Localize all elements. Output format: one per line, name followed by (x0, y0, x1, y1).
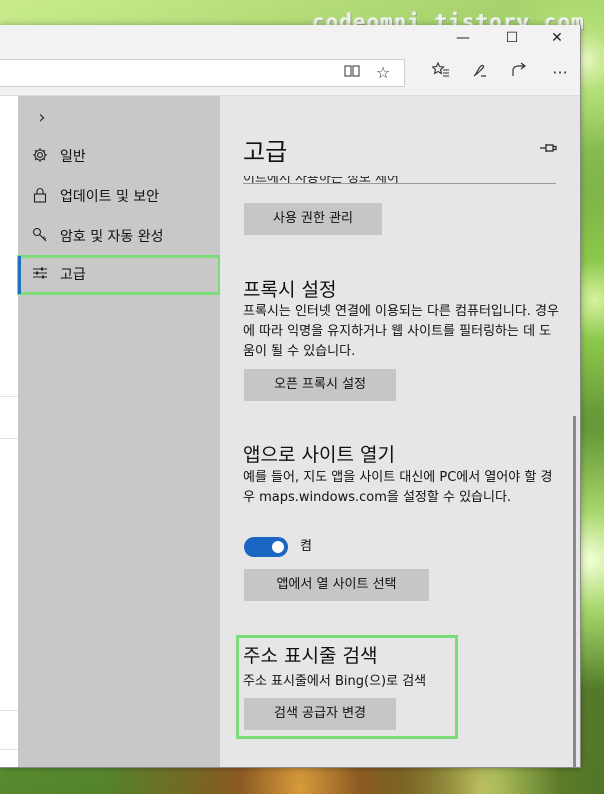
open-in-apps-toggle[interactable] (244, 537, 288, 557)
nav-item-password-autofill[interactable]: 암호 및 자동 완성 (18, 218, 220, 256)
settings-panel: 고급 이트에서 사용하는 정보 제어 사용 권한 관리 프록시 설정 프록시는 … (220, 96, 580, 767)
nav-item-label: 일반 (60, 149, 86, 165)
toggle-state-label: 켬 (300, 539, 312, 554)
settings-nav: › 일반 업데이트 및 보안 암호 및 자동 완성 고급 (17, 96, 221, 767)
title-bar: — ☐ ✕ (0, 25, 580, 52)
proxy-section-title: 프록시 설정 (243, 279, 337, 301)
proxy-section-desc: 프록시는 인터넷 연결에 이용되는 다른 컴퓨터입니다. 경우에 따라 익명을 … (243, 304, 559, 359)
more-icon[interactable]: ··· (545, 58, 575, 88)
scrollbar[interactable] (573, 416, 576, 767)
web-note-icon[interactable] (464, 58, 494, 88)
page-content (0, 96, 18, 767)
apps-section-desc: 예를 들어, 지도 앱을 사이트 대신에 PC에서 열어야 할 경우 maps.… (243, 470, 553, 505)
divider (0, 396, 18, 397)
manage-permissions-button[interactable]: 사용 권한 관리 (244, 203, 382, 235)
favorites-hub-icon[interactable] (426, 58, 456, 88)
browser-window: — ☐ ✕ ☆ ··· › 일반 업데이트 및 보안 암호 및 자동 완성 고급… (0, 25, 581, 768)
divider (0, 710, 18, 711)
pin-icon[interactable] (538, 142, 558, 158)
share-icon[interactable] (504, 58, 534, 88)
nav-item-general[interactable]: 일반 (18, 138, 220, 176)
nav-item-update-security[interactable]: 업데이트 및 보안 (18, 178, 220, 216)
choose-app-sites-button[interactable]: 앱에서 열 사이트 선택 (244, 569, 429, 601)
apps-section-title: 앱으로 사이트 열기 (243, 444, 395, 466)
nav-item-label: 업데이트 및 보안 (60, 189, 160, 205)
favorite-star-icon[interactable]: ☆ (368, 58, 398, 88)
open-proxy-settings-button[interactable]: 오픈 프록시 설정 (244, 369, 396, 401)
reading-view-icon[interactable] (337, 58, 367, 88)
sliders-icon (30, 265, 50, 285)
nav-item-advanced[interactable]: 고급 (17, 255, 221, 295)
scroll-clip-line (243, 183, 556, 184)
nav-item-label: 고급 (60, 267, 86, 283)
close-button[interactable]: ✕ (534, 25, 580, 52)
panel-title: 고급 (243, 138, 288, 166)
divider (0, 749, 18, 750)
browser-toolbar: ☆ ··· (0, 52, 580, 96)
divider (0, 438, 18, 439)
minimize-button[interactable]: — (440, 25, 486, 52)
highlight-box (236, 635, 458, 739)
key-icon (30, 227, 50, 247)
collapse-chevron-icon[interactable]: › (30, 106, 54, 130)
address-bar[interactable]: ☆ (0, 59, 405, 87)
gear-icon (30, 147, 50, 167)
nav-item-label: 암호 및 자동 완성 (60, 229, 164, 245)
toggle-knob (272, 541, 284, 553)
maximize-button[interactable]: ☐ (489, 25, 535, 52)
lock-icon (30, 187, 50, 207)
